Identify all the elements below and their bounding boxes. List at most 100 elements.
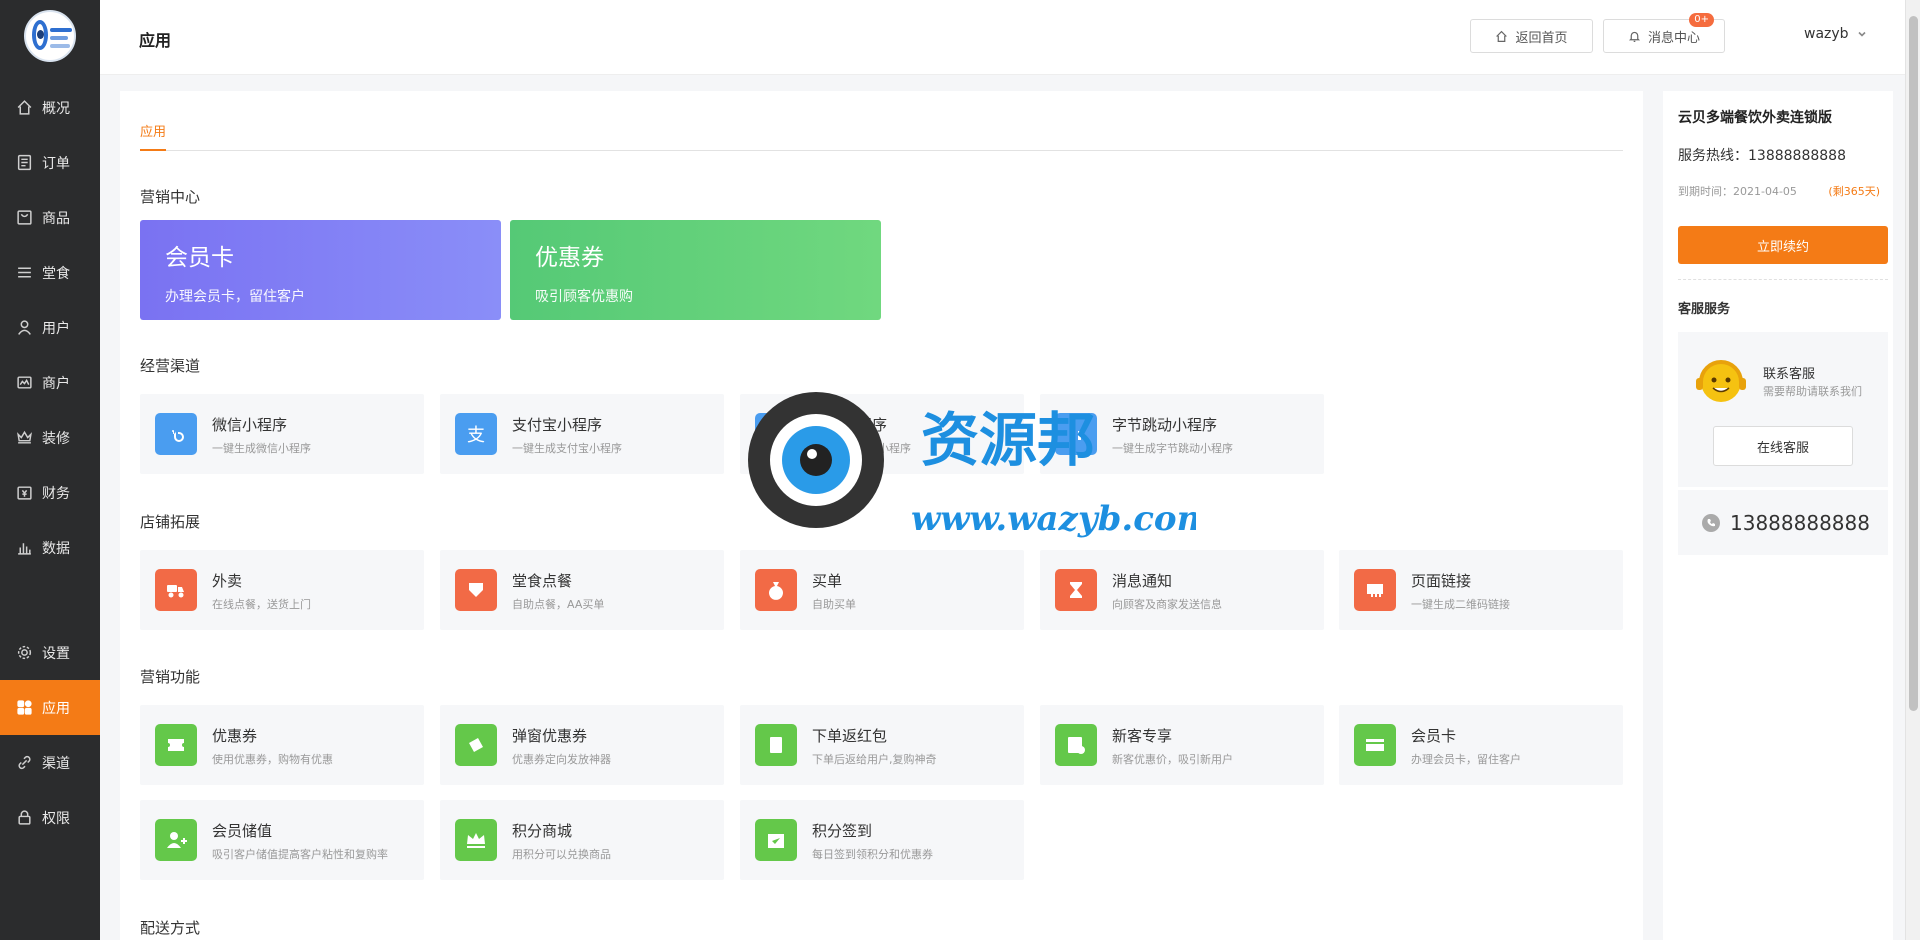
banner-desc: 办理会员卡，留住客户 bbox=[165, 289, 305, 305]
sidebar-item-goods[interactable]: 商品 bbox=[0, 190, 100, 245]
sidebar-item-label: 权限 bbox=[42, 810, 70, 827]
app-tile-points-mall[interactable]: 积分商城 用积分可以兑换商品 bbox=[440, 800, 724, 880]
back-home-button[interactable]: 返回首页 bbox=[1470, 19, 1593, 53]
app-tile-baidu[interactable]: 百度小程序 一键生成百度小程序 bbox=[740, 394, 1024, 474]
tab-apps[interactable]: 应用 bbox=[140, 121, 167, 151]
section-title-marketing-center: 营销中心 bbox=[140, 188, 201, 206]
sidebar-item-settings[interactable]: 设置 bbox=[0, 625, 100, 680]
user-icon bbox=[14, 318, 34, 338]
app-tile-coupon[interactable]: 优惠券 使用优惠券，购物有优惠 bbox=[140, 705, 424, 785]
tile-name: 优惠券 bbox=[212, 727, 258, 745]
tile-desc: 下单后返给用户,复购神奇 bbox=[812, 753, 937, 766]
sidebar-item-label: 应用 bbox=[42, 700, 70, 717]
sidebar-item-merchants[interactable]: 商户 bbox=[0, 355, 100, 410]
coupon-banner[interactable]: 优惠券 吸引顾客优惠购 bbox=[510, 220, 881, 320]
tile-desc: 一键生成二维码链接 bbox=[1411, 598, 1510, 611]
logo-stripe bbox=[50, 28, 72, 32]
scrollbar[interactable] bbox=[1905, 0, 1920, 940]
coupon-icon bbox=[155, 724, 197, 766]
banner-desc: 吸引顾客优惠购 bbox=[535, 289, 633, 305]
sidebar-item-finance[interactable]: 财务 bbox=[0, 465, 100, 520]
apps-icon bbox=[14, 698, 34, 718]
expire-date: 到期时间：2021-04-05 bbox=[1678, 185, 1797, 198]
tile-name: 字节跳动小程序 bbox=[1112, 416, 1218, 434]
tile-name: 外卖 bbox=[212, 572, 243, 590]
sidebar-item-decorate[interactable]: 装修 bbox=[0, 410, 100, 465]
app-tile-recharge[interactable]: 会员储值 吸引客户储值提高客户粘性和复购率 bbox=[140, 800, 424, 880]
section-title-store-ext: 店铺拓展 bbox=[140, 513, 201, 531]
decorate-icon bbox=[14, 428, 34, 448]
tile-desc: 自助点餐，AA买单 bbox=[512, 598, 605, 611]
alipay-icon: 支 bbox=[455, 413, 497, 455]
contact-desc: 需要帮助请联系我们 bbox=[1763, 385, 1862, 398]
section-title-delivery: 配送方式 bbox=[140, 919, 201, 937]
tile-name: 会员储值 bbox=[212, 822, 273, 840]
product-title: 云贝多端餐饮外卖连锁版 bbox=[1678, 110, 1832, 126]
logo-stripe bbox=[50, 44, 70, 48]
tile-desc: 新客优惠价，吸引新用户 bbox=[1112, 753, 1233, 766]
add-user-icon bbox=[155, 819, 197, 861]
mini-program-icon bbox=[155, 413, 197, 455]
message-badge: 0+ bbox=[1689, 13, 1714, 27]
tile-desc: 用积分可以兑换商品 bbox=[512, 848, 611, 861]
card-icon bbox=[1354, 724, 1396, 766]
customer-service-icon bbox=[1696, 360, 1746, 402]
app-tile-wechat[interactable]: 微信小程序 一键生成微信小程序 bbox=[140, 394, 424, 474]
tile-name: 新客专享 bbox=[1112, 727, 1173, 745]
sidebar-item-channels[interactable]: 渠道 bbox=[0, 735, 100, 790]
section-title-channels: 经营渠道 bbox=[140, 357, 201, 375]
online-service-button[interactable]: 在线客服 bbox=[1713, 426, 1853, 466]
app-tile-pay[interactable]: 买单 自助买单 bbox=[740, 550, 1024, 630]
contact-label: 联系客服 bbox=[1763, 367, 1816, 382]
app-tile-alipay[interactable]: 支 支付宝小程序 一键生成支付宝小程序 bbox=[440, 394, 724, 474]
tile-name: 微信小程序 bbox=[212, 416, 288, 434]
message-center-label: 消息中心 bbox=[1647, 30, 1700, 46]
settings-icon bbox=[14, 643, 34, 663]
app-tile-takeout[interactable]: 外卖 在线点餐，送货上门 bbox=[140, 550, 424, 630]
sidebar-item-overview[interactable]: 概况 bbox=[0, 80, 100, 135]
sidebar-item-data[interactable]: 数据 bbox=[0, 520, 100, 575]
sidebar-item-label: 订单 bbox=[42, 155, 70, 172]
sidebar-item-permissions[interactable]: 权限 bbox=[0, 790, 100, 845]
scrollbar-thumb[interactable] bbox=[1909, 16, 1918, 711]
top-header: 应用 返回首页 消息中心 0+ wazyb bbox=[100, 0, 1905, 75]
service-hotline: 服务热线：13888888888 bbox=[1678, 148, 1846, 164]
lock-icon bbox=[14, 808, 34, 828]
sidebar-item-users[interactable]: 用户 bbox=[0, 300, 100, 355]
service-title: 客服服务 bbox=[1678, 302, 1731, 317]
sidebar: 概况 订单 商品 堂食 用户 商户 装修 财务 数据 设置 应用 渠道 权限 bbox=[0, 0, 100, 940]
sidebar-item-label: 商品 bbox=[42, 210, 70, 227]
message-center-button[interactable]: 消息中心 0+ bbox=[1603, 13, 1725, 53]
sidebar-item-label: 概况 bbox=[42, 100, 70, 117]
logo-stripe bbox=[50, 36, 68, 40]
app-tile-red-packet[interactable]: 下单返红包 下单后返给用户,复购神奇 bbox=[740, 705, 1024, 785]
sidebar-item-orders[interactable]: 订单 bbox=[0, 135, 100, 190]
back-home-label: 返回首页 bbox=[1515, 30, 1568, 46]
tile-desc: 一键生成微信小程序 bbox=[212, 442, 311, 455]
app-tile-popup-coupon[interactable]: 弹窗优惠券 优惠券定向发放神器 bbox=[440, 705, 724, 785]
app-tile-notify[interactable]: 消息通知 向顾客及商家发送信息 bbox=[1040, 550, 1324, 630]
tile-desc: 优惠券定向发放神器 bbox=[512, 753, 611, 766]
sidebar-item-label: 数据 bbox=[42, 540, 70, 557]
app-tile-dinein[interactable]: 堂食点餐 自助点餐，AA买单 bbox=[440, 550, 724, 630]
sidebar-item-label: 财务 bbox=[42, 485, 70, 502]
logo-dot bbox=[37, 30, 44, 39]
logo[interactable] bbox=[24, 10, 76, 62]
renew-button[interactable]: 立即续约 bbox=[1678, 226, 1888, 264]
tile-desc: 向顾客及商家发送信息 bbox=[1112, 598, 1222, 611]
sidebar-item-dinein[interactable]: 堂食 bbox=[0, 245, 100, 300]
sidebar-item-label: 渠道 bbox=[42, 755, 70, 772]
phone-box: 13888888888 bbox=[1678, 490, 1888, 555]
crown-icon bbox=[455, 819, 497, 861]
sidebar-item-apps[interactable]: 应用 bbox=[0, 680, 100, 735]
app-tile-member-card[interactable]: 会员卡 办理会员卡，留住客户 bbox=[1339, 705, 1623, 785]
app-tile-new-customer[interactable]: 新客专享 新客优惠价，吸引新用户 bbox=[1040, 705, 1324, 785]
app-tile-page-link[interactable]: 页面链接 一键生成二维码链接 bbox=[1339, 550, 1623, 630]
app-tile-bytedance[interactable]: 字节跳动小程序 一键生成字节跳动小程序 bbox=[1040, 394, 1324, 474]
page-title: 应用 bbox=[139, 31, 172, 50]
member-card-banner[interactable]: 会员卡 办理会员卡，留住客户 bbox=[140, 220, 501, 320]
app-tile-checkin[interactable]: 积分签到 每日签到领积分和优惠券 bbox=[740, 800, 1024, 880]
user-menu[interactable]: wazyb bbox=[1804, 26, 1867, 42]
bytedance-icon bbox=[1055, 413, 1097, 455]
tile-name: 积分商城 bbox=[512, 822, 573, 840]
